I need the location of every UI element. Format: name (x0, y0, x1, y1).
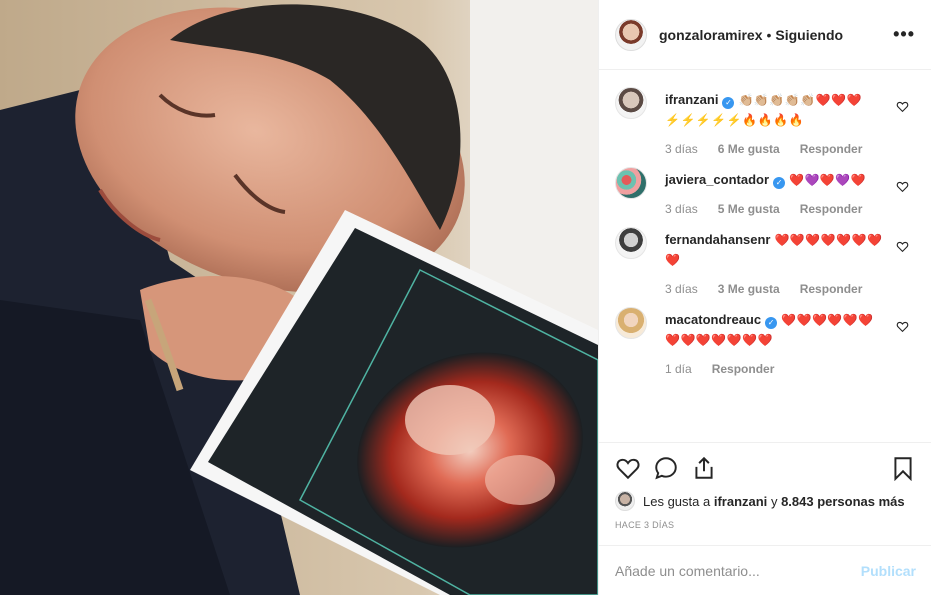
comment-item: macatondreauc ✓ ❤️❤️❤️❤️❤️❤️❤️❤️❤️❤️❤️❤️❤️… (615, 307, 915, 376)
reply-button[interactable]: Responder (800, 282, 863, 296)
verified-icon: ✓ (773, 177, 786, 189)
comment-age[interactable]: 3 días (665, 142, 698, 156)
liker-avatar[interactable] (615, 491, 635, 511)
commenter-avatar[interactable] (615, 307, 647, 339)
header-separator: • (766, 26, 772, 43)
photo-illustration (0, 0, 598, 595)
reply-button[interactable]: Responder (800, 142, 863, 156)
comment-username[interactable]: macatondreauc (665, 312, 761, 327)
commenter-avatar[interactable] (615, 167, 647, 199)
share-icon[interactable] (691, 455, 717, 481)
comment-age[interactable]: 1 día (665, 362, 692, 376)
comment-item: fernandahansenr ❤️❤️❤️❤️❤️❤️❤️❤️ 3 días 3… (615, 227, 915, 296)
follow-status-button[interactable]: Siguiendo (775, 27, 843, 43)
action-icons (615, 455, 916, 481)
comment-item: javiera_contador ✓ ❤️💜❤️💜❤️ 3 días 5 Me gu… (615, 167, 915, 216)
bookmark-icon[interactable] (890, 455, 916, 481)
post-actions: Les gusta a ifranzani y 8.843 personas m… (599, 442, 931, 530)
heart-icon[interactable] (615, 455, 641, 481)
post-photo[interactable] (0, 0, 598, 595)
author-username[interactable]: gonzaloramirex (659, 27, 762, 43)
reply-button[interactable]: Responder (800, 202, 863, 216)
comment-text: ❤️💜❤️💜❤️ (789, 173, 867, 187)
comments-list[interactable]: ifranzani ✓ 👏🏼👏🏼👏🏼👏🏼👏🏼❤️❤️❤️⚡️⚡️⚡️⚡️⚡️🔥🔥🔥🔥… (599, 70, 931, 442)
publish-button[interactable]: Publicar (861, 563, 916, 579)
comment-item: ifranzani ✓ 👏🏼👏🏼👏🏼👏🏼👏🏼❤️❤️❤️⚡️⚡️⚡️⚡️⚡️🔥🔥🔥🔥… (615, 87, 915, 156)
likes-first-user[interactable]: ifranzani (714, 494, 767, 509)
comment-username[interactable]: fernandahansenr (665, 232, 770, 247)
likes-summary: Les gusta a ifranzani y 8.843 personas m… (615, 491, 916, 511)
comment-age[interactable]: 3 días (665, 202, 698, 216)
likes-connector: y (770, 493, 778, 509)
comment-input[interactable] (615, 562, 861, 579)
post-side-panel: gonzaloramirex • Siguiendo ••• ifranzani… (598, 0, 931, 595)
verified-icon: ✓ (765, 317, 778, 329)
like-comment-heart-icon[interactable] (896, 180, 909, 193)
comment-likes[interactable]: 5 Me gusta (718, 202, 780, 216)
like-comment-heart-icon[interactable] (896, 320, 909, 333)
likes-prefix: Les gusta a (643, 493, 711, 509)
commenter-avatar[interactable] (615, 87, 647, 119)
comment-likes[interactable]: 3 Me gusta (718, 282, 780, 296)
comment-composer: Publicar (599, 545, 931, 595)
verified-icon: ✓ (722, 97, 735, 109)
like-comment-heart-icon[interactable] (896, 240, 909, 253)
commenter-avatar[interactable] (615, 227, 647, 259)
reply-button[interactable]: Responder (712, 362, 775, 376)
like-comment-heart-icon[interactable] (896, 100, 909, 113)
post-header: gonzaloramirex • Siguiendo ••• (599, 0, 931, 70)
comment-likes[interactable]: 6 Me gusta (718, 142, 780, 156)
post-timestamp[interactable]: HACE 3 DÍAS (615, 520, 916, 530)
comment-username[interactable]: ifranzani (665, 92, 718, 107)
author-avatar[interactable] (615, 18, 647, 51)
likes-others[interactable]: 8.843 personas más (781, 494, 905, 509)
more-options-icon[interactable]: ••• (893, 24, 915, 45)
comment-icon[interactable] (653, 455, 679, 481)
comment-username[interactable]: javiera_contador (665, 172, 769, 187)
comment-age[interactable]: 3 días (665, 282, 698, 296)
